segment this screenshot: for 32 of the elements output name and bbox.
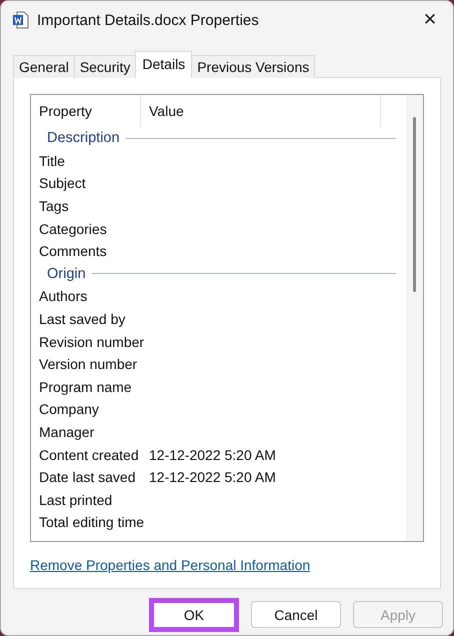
- dialog-button[interactable]: Cancel: [251, 601, 341, 628]
- property-value: 12-12-2022 5:20 AM: [148, 469, 277, 486]
- dialog-button[interactable]: OK: [149, 598, 239, 632]
- property-name: Version number: [38, 356, 138, 372]
- property-name: Content created: [38, 446, 140, 463]
- property-name: Total editing time: [38, 514, 141, 530]
- property-name: Date last saved: [38, 469, 136, 486]
- tab[interactable]: General: [13, 55, 75, 78]
- column-header[interactable]: Value: [141, 95, 381, 127]
- scrollbar[interactable]: [406, 95, 423, 541]
- document-icon: [13, 11, 29, 29]
- property-name: Manager: [38, 424, 96, 440]
- property-name: Program name: [38, 378, 133, 395]
- property-name: Categories: [38, 220, 108, 237]
- column-header[interactable]: Property: [31, 95, 141, 127]
- tab[interactable]: Details: [135, 51, 192, 78]
- property-name: Company: [38, 401, 100, 418]
- remove-properties-link[interactable]: Remove Properties and Personal Information: [30, 557, 310, 573]
- property-value: 12-12-2022 5:20 AM: [148, 446, 277, 463]
- property-name: Comments: [38, 243, 108, 260]
- property-name: Last printed: [38, 492, 114, 508]
- property-name: Title: [38, 152, 66, 169]
- window-title: Important Details.docx Properties: [37, 12, 260, 28]
- tab[interactable]: Previous Versions: [191, 55, 316, 78]
- close-button[interactable]: ✕: [407, 1, 453, 39]
- tab[interactable]: Security: [74, 55, 136, 78]
- group-heading: Description: [47, 130, 120, 146]
- property-name: Subject: [38, 175, 87, 192]
- property-name: Last saved by: [38, 311, 126, 328]
- property-name: Authors: [38, 288, 88, 304]
- group-heading: Origin: [47, 266, 86, 282]
- property-name: Tags: [38, 198, 70, 214]
